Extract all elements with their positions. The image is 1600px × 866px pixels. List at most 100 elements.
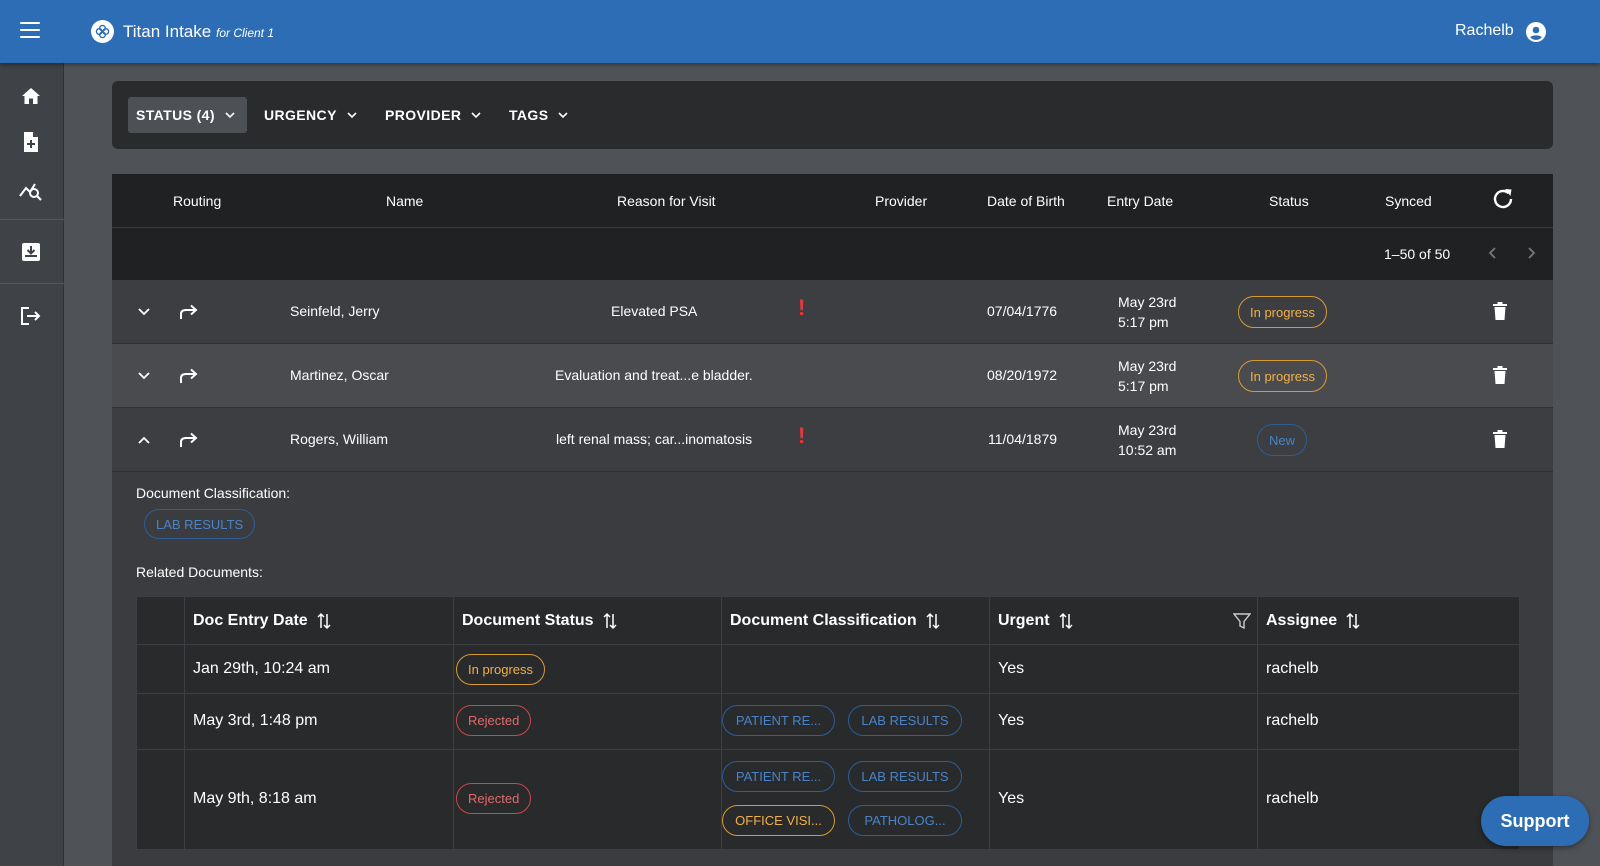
filter-tags-button[interactable]: TAGS	[501, 97, 576, 133]
urgent-icon: !	[798, 295, 806, 320]
sidebar-divider	[0, 219, 64, 220]
entry-date: May 23rd 5:17 pm	[1118, 292, 1176, 332]
expanded-details: Document Classification: LAB RESULTS Rel…	[112, 472, 1553, 866]
filter-tags-label: TAGS	[509, 107, 549, 123]
column-reason[interactable]: Reason for Visit	[617, 193, 716, 209]
column-synced[interactable]: Synced	[1385, 193, 1432, 209]
route-forward-icon[interactable]	[178, 431, 200, 449]
doc-urgent: Yes	[998, 712, 1025, 729]
classification-chip[interactable]: LAB RESULTS	[848, 761, 962, 792]
document-status-badge: In progress	[456, 654, 546, 685]
top-bar: Titan Intake for Client 1 Rachelb	[0, 0, 1600, 63]
entry-date-day: May 23rd	[1118, 358, 1177, 374]
chevron-left-icon[interactable]	[1484, 244, 1502, 262]
menu-icon[interactable]	[20, 22, 40, 40]
column-urgent[interactable]: Urgent	[998, 612, 1074, 630]
date-of-birth: 08/20/1972	[987, 367, 1058, 383]
column-provider[interactable]: Provider	[875, 193, 927, 209]
sort-icon	[1346, 612, 1360, 630]
app-logo-icon	[91, 20, 114, 43]
column-doc-entry-date[interactable]: Doc Entry Date	[193, 612, 332, 630]
route-forward-icon[interactable]	[178, 367, 200, 385]
analytics-search-icon[interactable]	[18, 177, 44, 203]
doc-entry-date: May 3rd, 1:48 pm	[193, 712, 318, 729]
expand-chevron-down-icon[interactable]	[136, 368, 152, 384]
column-status[interactable]: Status	[1269, 193, 1309, 209]
column-entry-date[interactable]: Entry Date	[1107, 193, 1173, 209]
route-forward-icon[interactable]	[178, 303, 200, 321]
entry-date: May 23rd 10:52 am	[1118, 420, 1176, 460]
document-row[interactable]: May 3rd, 1:48 pm Rejected PATIENT RE... …	[137, 694, 1521, 750]
chevron-down-icon	[347, 112, 357, 119]
sort-icon	[317, 612, 331, 630]
filter-status-label: STATUS (4)	[136, 107, 215, 123]
user-name[interactable]: Rachelb	[1455, 22, 1514, 40]
classification-chip[interactable]: PATHOLOG...	[848, 805, 962, 836]
document-row[interactable]: May 9th, 8:18 am Rejected PATIENT RE... …	[137, 750, 1521, 849]
filter-urgency-button[interactable]: URGENCY	[256, 97, 365, 133]
column-label: Document Classification	[730, 612, 917, 629]
document-row[interactable]: Jan 29th, 10:24 am In progress Yes rache…	[137, 645, 1521, 694]
column-name[interactable]: Name	[386, 193, 423, 209]
table-row[interactable]: Seinfeld, Jerry Elevated PSA ! 07/04/177…	[112, 280, 1553, 344]
patient-name: Martinez, Oscar	[290, 367, 389, 383]
sort-icon	[926, 612, 940, 630]
support-button[interactable]: Support	[1481, 796, 1589, 846]
document-status-badge: Rejected	[456, 705, 532, 736]
entry-date-time: 5:17 pm	[1118, 378, 1169, 394]
trash-icon[interactable]	[1492, 430, 1508, 448]
related-documents-header: Doc Entry Date Document Status Document …	[137, 597, 1521, 645]
sort-icon	[603, 612, 617, 630]
entry-date-day: May 23rd	[1118, 294, 1177, 310]
column-assignee[interactable]: Assignee	[1266, 612, 1361, 630]
status-badge: In progress	[1238, 360, 1328, 392]
doc-classification-label: Document Classification:	[136, 485, 291, 501]
app-title: Titan Intake	[123, 22, 212, 41]
doc-entry-date: May 9th, 8:18 am	[193, 790, 317, 807]
doc-urgent: Yes	[998, 790, 1025, 807]
date-of-birth: 11/04/1879	[988, 431, 1058, 447]
table-row[interactable]: Rogers, William left renal mass; car...i…	[112, 408, 1553, 472]
chevron-right-icon[interactable]	[1522, 244, 1540, 262]
patient-name: Rogers, William	[290, 431, 389, 447]
related-documents-table: Doc Entry Date Document Status Document …	[136, 596, 1521, 851]
classification-chip[interactable]: PATIENT RE...	[722, 761, 835, 792]
classification-chip[interactable]: OFFICE VISI...	[722, 805, 835, 836]
inbox-download-icon[interactable]	[18, 239, 44, 265]
chevron-down-icon	[558, 112, 569, 119]
column-document-classification[interactable]: Document Classification	[730, 612, 941, 630]
column-document-status[interactable]: Document Status	[462, 612, 618, 630]
logout-icon[interactable]	[18, 303, 44, 329]
filter-icon[interactable]	[1233, 612, 1251, 630]
filter-status-button[interactable]: STATUS (4)	[128, 97, 247, 133]
trash-icon[interactable]	[1492, 302, 1508, 320]
status-badge: In progress	[1238, 296, 1328, 328]
table-row[interactable]: Martinez, Oscar Evaluation and treat...e…	[112, 344, 1553, 408]
entry-date: May 23rd 5:17 pm	[1118, 356, 1176, 396]
classification-chip[interactable]: LAB RESULTS	[144, 509, 256, 539]
home-icon[interactable]	[18, 83, 44, 109]
collapse-chevron-up-icon[interactable]	[136, 432, 152, 448]
account-circle-icon[interactable]	[1526, 22, 1546, 42]
filter-provider-button[interactable]: PROVIDER	[377, 97, 489, 133]
column-label: Doc Entry Date	[193, 612, 308, 629]
related-documents-label: Related Documents:	[136, 564, 263, 580]
classification-chip[interactable]: PATIENT RE...	[722, 705, 835, 736]
new-document-icon[interactable]	[18, 129, 44, 155]
sidebar	[0, 63, 64, 866]
patient-name: Seinfeld, Jerry	[290, 303, 380, 319]
trash-icon[interactable]	[1492, 366, 1508, 384]
urgent-icon: !	[798, 423, 806, 448]
entry-date-time: 10:52 am	[1118, 442, 1177, 458]
expand-chevron-down-icon[interactable]	[136, 304, 152, 320]
classification-chip[interactable]: LAB RESULTS	[848, 705, 962, 736]
date-of-birth: 07/04/1776	[987, 303, 1058, 319]
column-routing[interactable]: Routing	[173, 193, 221, 209]
refresh-icon[interactable]	[1490, 186, 1516, 212]
column-label: Document Status	[462, 612, 594, 629]
column-dob[interactable]: Date of Birth	[987, 193, 1065, 209]
filter-urgency-label: URGENCY	[264, 107, 337, 123]
reason-for-visit: Evaluation and treat...e bladder.	[555, 367, 753, 383]
sort-icon	[1059, 612, 1073, 630]
reason-for-visit: Elevated PSA	[611, 303, 698, 319]
